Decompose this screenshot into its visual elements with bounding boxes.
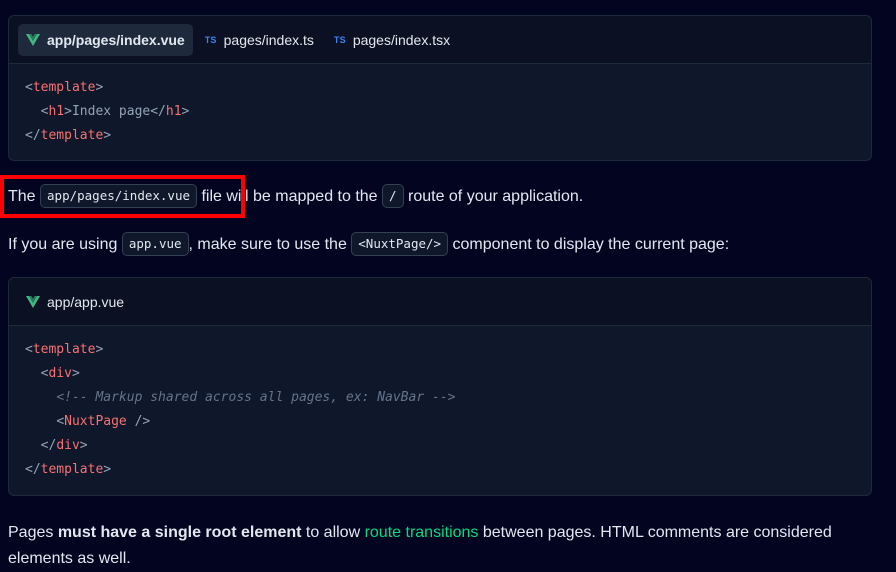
- tab-label: pages/index.tsx: [352, 31, 451, 48]
- code-line: </template>: [25, 462, 112, 477]
- code-block: <template> <div> <!-- Markup shared acro…: [9, 326, 871, 494]
- ts-icon: TS: [204, 34, 217, 45]
- inline-code-root-route: /: [382, 184, 404, 208]
- ts-icon: TS: [333, 34, 346, 45]
- paragraph-single-root: Pages must have a single root element to…: [8, 524, 832, 567]
- code-line: <div>: [40, 366, 80, 381]
- code-group-pages-index: app/pages/index.vue TS pages/index.ts TS…: [8, 15, 872, 161]
- code-block: <template> <h1>Index page</h1> </template…: [9, 64, 871, 160]
- route-transitions-link[interactable]: route transitions: [365, 524, 479, 541]
- inline-code-app-vue: app.vue: [121, 232, 189, 256]
- inline-code-index-vue: app/pages/index.vue: [40, 184, 198, 208]
- vue-icon: [26, 33, 40, 46]
- code-header: app/app.vue: [9, 278, 871, 326]
- paragraph-route-mapping: The app/pages/index.vue file will be map…: [8, 184, 888, 208]
- code-line: <!-- Markup shared across all pages, ex:…: [56, 390, 456, 405]
- code-block-app-vue: app/app.vue <template> <div> <!-- Markup…: [8, 277, 872, 496]
- tab-label: pages/index.ts: [223, 31, 314, 48]
- tab-app-pages-index-vue[interactable]: app/pages/index.vue: [18, 23, 193, 56]
- file-name-app-vue: app/app.vue: [18, 286, 132, 318]
- tab-label: app/pages/index.vue: [47, 31, 185, 48]
- code-line: <NuxtPage />: [56, 414, 151, 429]
- code-line: </template>: [25, 128, 112, 143]
- file-name-label: app/app.vue: [47, 293, 125, 310]
- code-line: </div>: [40, 438, 88, 453]
- tab-pages-index-ts[interactable]: TS pages/index.ts: [197, 24, 322, 56]
- code-tabs: app/pages/index.vue TS pages/index.ts TS…: [9, 16, 871, 64]
- bold-text: must have a single root element: [57, 524, 302, 541]
- inline-code-nuxtpage: <NuxtPage/>: [351, 232, 449, 256]
- tab-pages-index-tsx[interactable]: TS pages/index.tsx: [326, 24, 458, 56]
- vue-icon: [26, 295, 40, 308]
- code-line: <template>: [25, 342, 104, 357]
- code-line: <h1>Index page</h1>: [40, 104, 190, 119]
- code-line: <template>: [25, 80, 104, 95]
- paragraph-app-vue: If you are using app.vue, make sure to u…: [8, 232, 888, 256]
